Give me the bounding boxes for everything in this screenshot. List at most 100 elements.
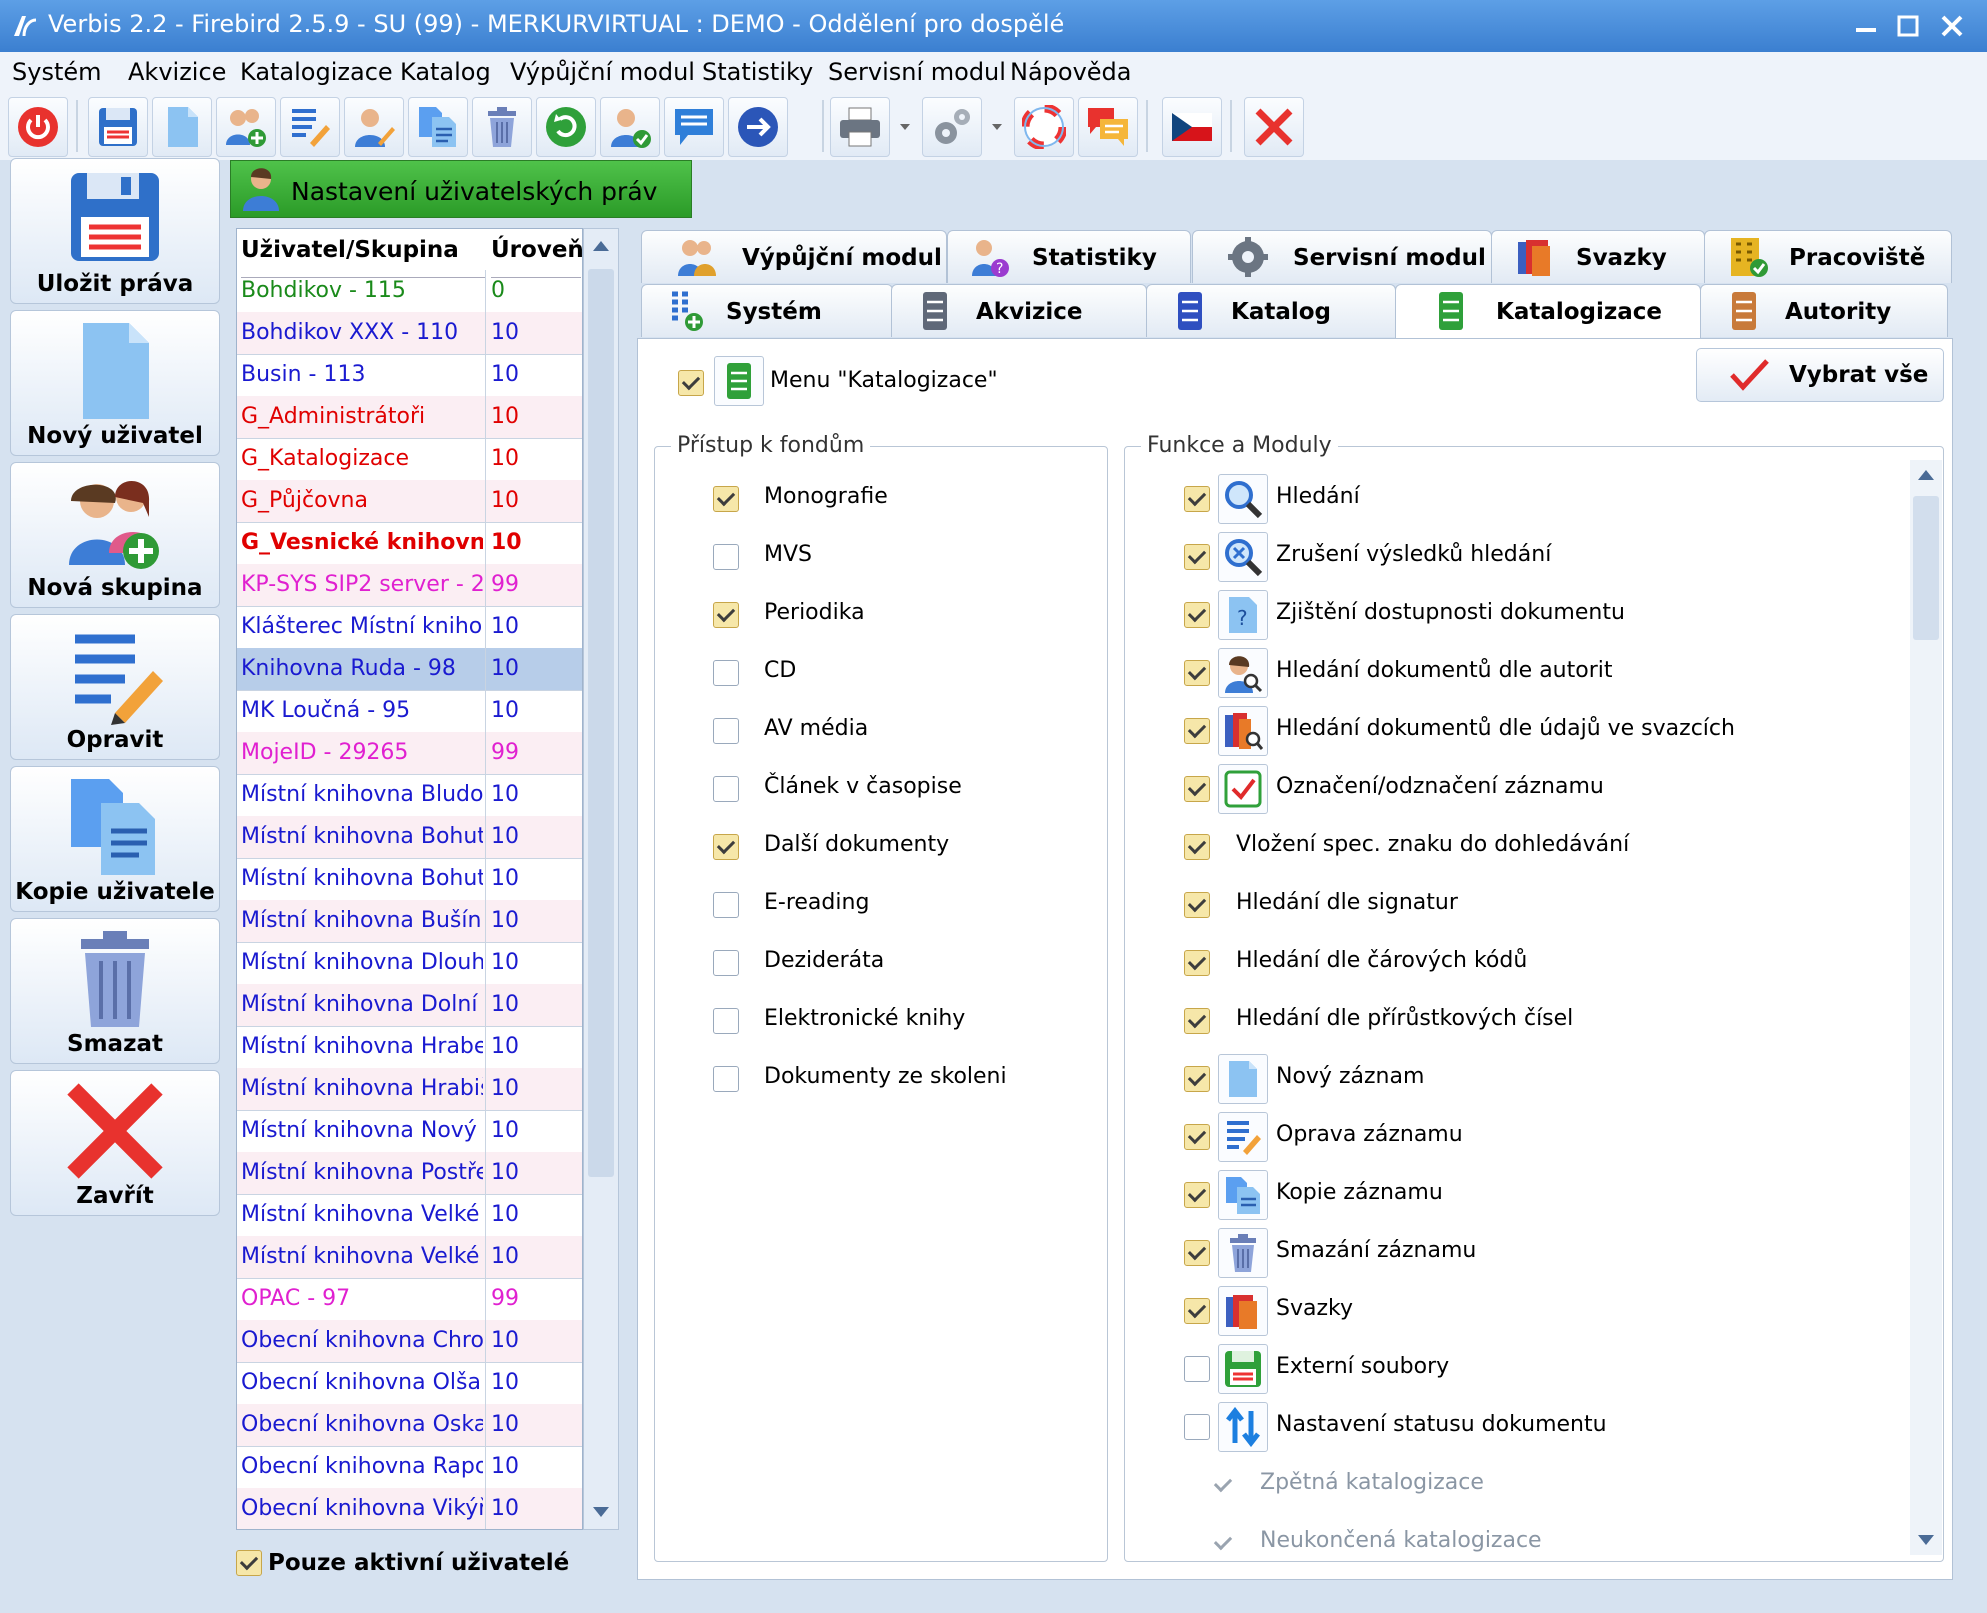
delete-toolbar-button[interactable]: [472, 97, 532, 157]
table-row[interactable]: Bohdikov - 115 0: [237, 270, 582, 313]
power-button[interactable]: [8, 97, 68, 157]
table-row[interactable]: G_Katalogizace 10: [237, 438, 582, 481]
help-toolbar-button[interactable]: [1014, 97, 1074, 157]
table-row[interactable]: Místní knihovna Velké Losi 10: [237, 1236, 582, 1279]
new-group-button[interactable]: Nová skupina: [10, 462, 220, 608]
tab-akvizice[interactable]: Akvizice: [891, 284, 1147, 337]
table-row[interactable]: Místní knihovna Bušín - 12 10: [237, 900, 582, 943]
table-row[interactable]: Místní knihovna Velké Losi 10: [237, 1194, 582, 1237]
scroll-up-icon[interactable]: [1910, 460, 1942, 492]
menu-vypujcni-modul[interactable]: Výpůjční modul: [510, 58, 695, 86]
function-checkbox[interactable]: [1184, 544, 1210, 570]
user-approve-toolbar-button[interactable]: [600, 97, 660, 157]
fond-checkbox[interactable]: [713, 660, 739, 686]
tab-svazky[interactable]: Svazky: [1491, 230, 1705, 283]
select-all-button[interactable]: Vybrat vše: [1696, 348, 1944, 402]
menu-katalogizace[interactable]: Katalogizace: [240, 58, 393, 86]
table-row[interactable]: Místní knihovna Hrabišín - 10: [237, 1068, 582, 1111]
minimize-icon[interactable]: [1848, 8, 1884, 44]
function-checkbox[interactable]: [1184, 486, 1210, 512]
menu-statistiky[interactable]: Statistiky: [702, 58, 813, 86]
functions-scroll-thumb[interactable]: [1913, 496, 1939, 640]
table-row[interactable]: Bohdikov XXX - 110 10: [237, 312, 582, 355]
menu-system[interactable]: Systém: [12, 58, 102, 86]
function-checkbox[interactable]: [1210, 1530, 1236, 1556]
table-row[interactable]: Místní knihovna Hrabenov 10: [237, 1026, 582, 1069]
tab-system[interactable]: Systém: [641, 284, 893, 337]
print-toolbar-button[interactable]: [830, 97, 890, 157]
add-group-toolbar-button[interactable]: [216, 97, 276, 157]
close-button[interactable]: Zavřít: [10, 1070, 220, 1216]
fond-checkbox[interactable]: [713, 834, 739, 860]
settings-dropdown-icon[interactable]: [988, 97, 1006, 155]
table-row[interactable]: Obecní knihovna Vikýřovic 10: [237, 1488, 582, 1529]
table-row[interactable]: KP-SYS SIP2 server - 292 99: [237, 564, 582, 607]
function-checkbox[interactable]: [1210, 1472, 1236, 1498]
tab-katalogizace[interactable]: Katalogizace: [1395, 284, 1701, 343]
table-row[interactable]: Busin - 113 10: [237, 354, 582, 397]
table-row[interactable]: G_Administrátoři 10: [237, 396, 582, 439]
function-checkbox[interactable]: [1184, 1182, 1210, 1208]
users-scrollbar[interactable]: [583, 228, 619, 1530]
function-checkbox[interactable]: [1184, 1008, 1210, 1034]
maximize-icon[interactable]: [1890, 8, 1926, 44]
fond-checkbox[interactable]: [713, 1008, 739, 1034]
tab-autority[interactable]: Autority: [1700, 284, 1948, 337]
tab-katalog[interactable]: Katalog: [1146, 284, 1396, 337]
menu-akvizice[interactable]: Akvizice: [128, 58, 226, 86]
table-row[interactable]: Místní knihovna Nový Mali 10: [237, 1110, 582, 1153]
copy-user-button[interactable]: Kopie uživatele: [10, 766, 220, 912]
users-scroll-thumb[interactable]: [588, 269, 614, 1177]
function-checkbox[interactable]: [1184, 1240, 1210, 1266]
save-rights-button[interactable]: Uložit práva: [10, 158, 220, 304]
language-toolbar-button[interactable]: [1162, 97, 1222, 157]
scroll-up-icon[interactable]: [584, 229, 618, 263]
fond-checkbox[interactable]: [713, 718, 739, 744]
tab-statistiky[interactable]: ? Statistiky: [947, 230, 1191, 283]
function-checkbox[interactable]: [1184, 1066, 1210, 1092]
tab-pracoviste[interactable]: Pracoviště: [1704, 230, 1952, 283]
new-user-button[interactable]: Nový uživatel: [10, 310, 220, 456]
functions-scrollbar[interactable]: [1910, 460, 1942, 1555]
function-checkbox[interactable]: [1184, 1298, 1210, 1324]
table-row[interactable]: Místní knihovna Bludov - 5 10: [237, 774, 582, 817]
scroll-down-icon[interactable]: [584, 1495, 618, 1529]
fond-checkbox[interactable]: [713, 544, 739, 570]
exit-toolbar-button[interactable]: [1244, 97, 1304, 157]
close-window-icon[interactable]: [1934, 8, 1970, 44]
menu-napoveda[interactable]: Nápověda: [1010, 58, 1132, 86]
table-row[interactable]: G_Vesnické knihovny 10: [237, 522, 582, 565]
table-row[interactable]: Obecní knihovna Oskava 10: [237, 1404, 582, 1447]
edit-button[interactable]: Opravit: [10, 614, 220, 760]
function-checkbox[interactable]: [1184, 1124, 1210, 1150]
table-row[interactable]: OPAC - 97 99: [237, 1278, 582, 1321]
only-active-checkbox[interactable]: [236, 1550, 262, 1576]
table-row[interactable]: MK Loučná - 95 10: [237, 690, 582, 733]
settings-toolbar-button[interactable]: [922, 97, 982, 157]
table-row[interactable]: Místní knihovna Dolní Stuc 10: [237, 984, 582, 1027]
function-checkbox[interactable]: [1184, 892, 1210, 918]
table-row[interactable]: Místní knihovna Dlouhomil 10: [237, 942, 582, 985]
fond-checkbox[interactable]: [713, 602, 739, 628]
save-toolbar-button[interactable]: [88, 97, 148, 157]
delete-button[interactable]: Smazat: [10, 918, 220, 1064]
edit-toolbar-button[interactable]: [280, 97, 340, 157]
chat-toolbar-button[interactable]: [1078, 97, 1138, 157]
function-checkbox[interactable]: [1184, 776, 1210, 802]
function-checkbox[interactable]: [1184, 834, 1210, 860]
function-checkbox[interactable]: [1184, 1414, 1210, 1440]
function-checkbox[interactable]: [1184, 950, 1210, 976]
table-row[interactable]: Místní knihovna Bohutín - 10: [237, 858, 582, 901]
new-toolbar-button[interactable]: [152, 97, 212, 157]
table-row[interactable]: Místní knihovna Bohutín - 10: [237, 816, 582, 859]
forward-toolbar-button[interactable]: [728, 97, 788, 157]
tab-servisni-modul[interactable]: Servisní modul: [1192, 230, 1492, 283]
refresh-toolbar-button[interactable]: [536, 97, 596, 157]
print-dropdown-icon[interactable]: [896, 97, 914, 155]
fond-checkbox[interactable]: [713, 1066, 739, 1092]
table-row[interactable]: MojeID - 29265 99: [237, 732, 582, 775]
fond-checkbox[interactable]: [713, 776, 739, 802]
menu-katalog[interactable]: Katalog: [400, 58, 491, 86]
menu-servisni-modul[interactable]: Servisní modul: [828, 58, 1006, 86]
function-checkbox[interactable]: [1184, 1356, 1210, 1382]
